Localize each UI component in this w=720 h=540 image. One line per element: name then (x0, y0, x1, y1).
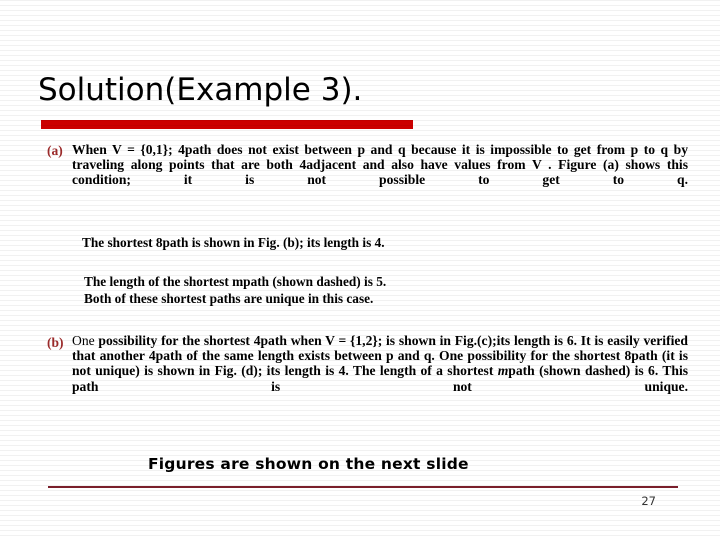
list-item-b-text: One possibility for the shortest 4path w… (72, 333, 688, 409)
title-accent-bar (41, 120, 413, 129)
list-item-a-text: When V = {0,1}; 4path does not exist bet… (72, 142, 688, 188)
list-item-a: (a) When V = {0,1}; 4path does not exist… (40, 142, 688, 203)
slide-canvas: Solution(Example 3). (a) When V = {0,1};… (0, 0, 720, 540)
list-marker-b: (b) (47, 335, 64, 350)
note-line-2-text: The length of the shortest mpath (shown … (84, 274, 387, 289)
list-item-b-italic-letter: m (497, 363, 509, 379)
list-item-b: (b) One possibility for the shortest 4pa… (40, 333, 688, 409)
page-number-value: 27 (641, 494, 656, 508)
list-marker-a: (a) (47, 143, 63, 158)
page-title: Solution(Example 3). (38, 72, 363, 108)
list-item-b-lead-word: One (72, 333, 95, 348)
footer-note: Figures are shown on the next slide (148, 455, 469, 473)
note-line-1-text: The shortest 8path is shown in Fig. (b);… (82, 235, 385, 250)
note-line-3-text: Both of these shortest paths are unique … (84, 291, 374, 306)
note-block-2: The length of the shortest mpath (shown … (84, 273, 386, 307)
footer-divider (48, 486, 678, 488)
page-number: 27 (0, 494, 712, 508)
note-line-1: The shortest 8path is shown in Fig. (b);… (82, 235, 385, 250)
